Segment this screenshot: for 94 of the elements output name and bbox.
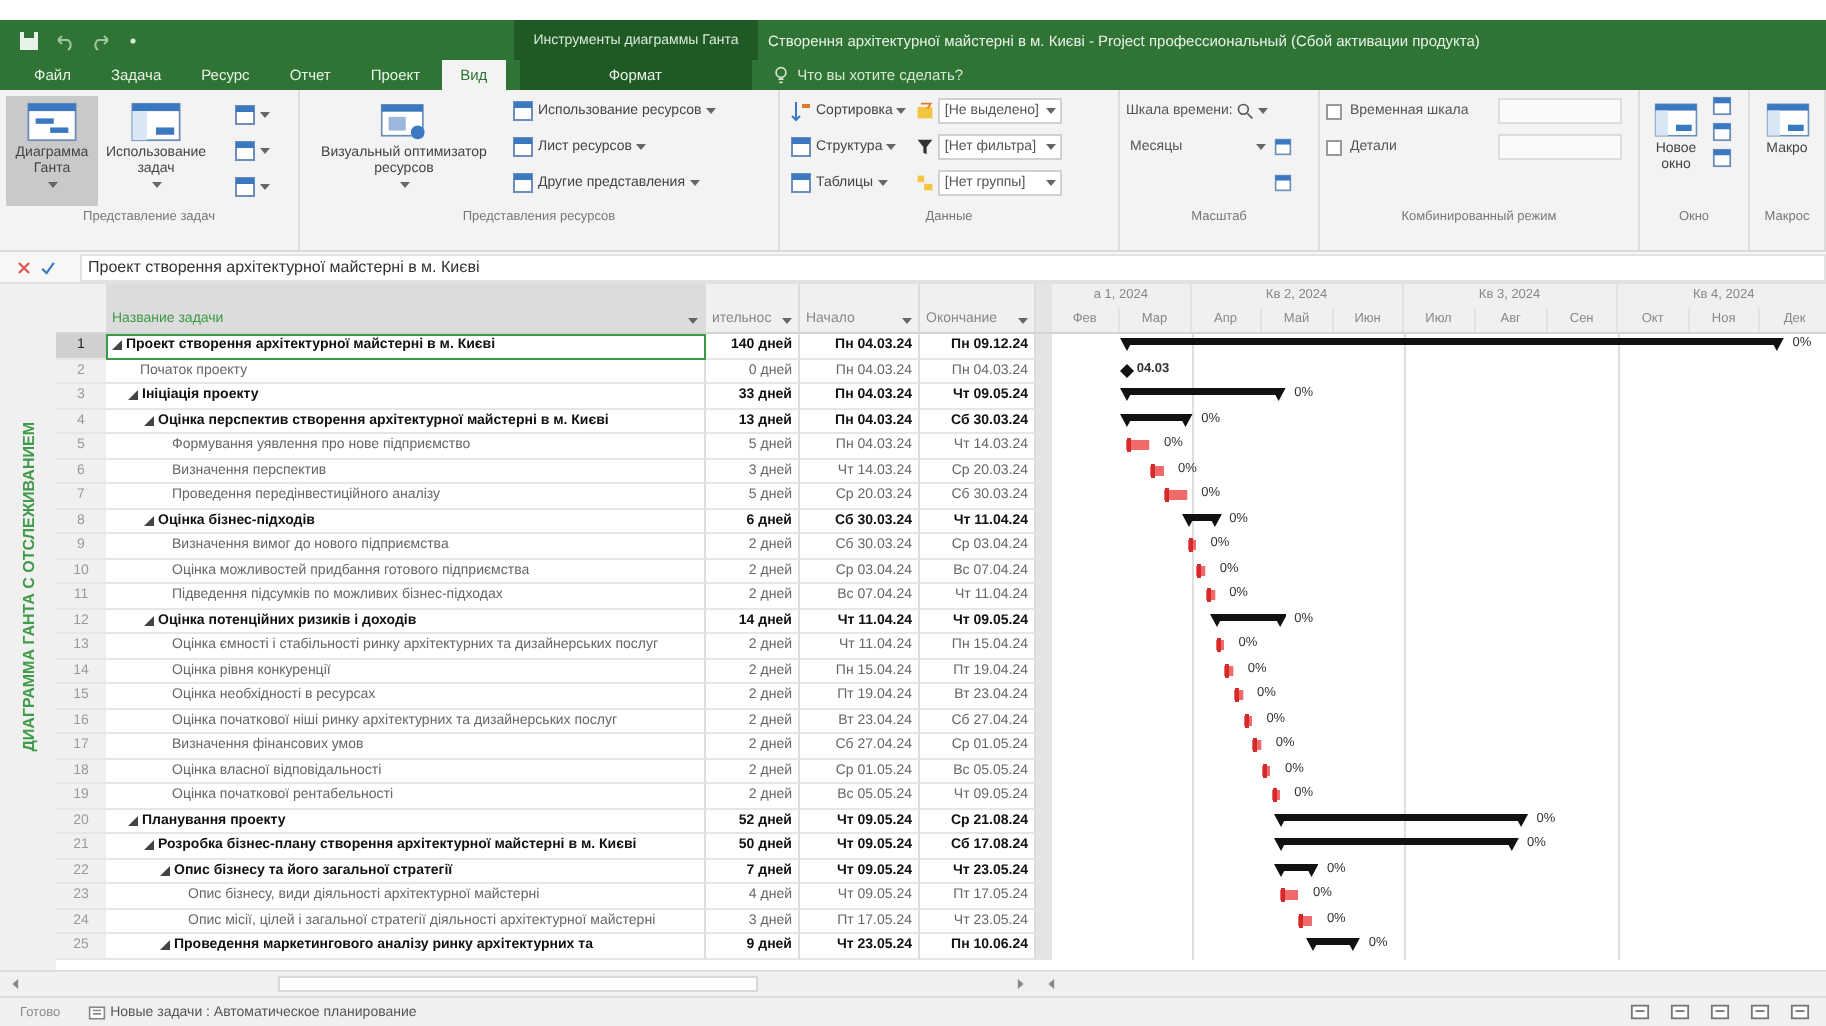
- gantt-chart-icon: [26, 102, 78, 142]
- caret-icon: [689, 179, 699, 187]
- network-view-icon: [1710, 1002, 1730, 1022]
- caret-icon: [1256, 143, 1266, 151]
- summary-bar: [1181, 513, 1222, 527]
- collapse-icon[interactable]: [160, 865, 170, 876]
- undo-icon: [54, 29, 76, 51]
- collapse-icon[interactable]: [128, 815, 138, 826]
- view-dropdown[interactable]: [230, 100, 274, 130]
- caret-icon: [47, 182, 57, 191]
- task-bar: [1163, 488, 1188, 502]
- task-bar: [1261, 763, 1271, 777]
- macros-icon: [1765, 102, 1809, 138]
- zoom-icon: [1236, 102, 1255, 120]
- caret-icon: [705, 107, 716, 115]
- table-icon: [130, 102, 182, 142]
- caret-icon: [151, 182, 161, 191]
- usage-view-icon: [1670, 1002, 1690, 1022]
- summary-bar: [1274, 863, 1319, 877]
- view-dropdown[interactable]: [230, 172, 274, 202]
- task-bar: [1271, 788, 1281, 802]
- cancel-icon: [16, 259, 32, 275]
- sheet-icon: [512, 136, 534, 158]
- task-bar: [1233, 688, 1244, 702]
- caret-icon: [635, 143, 646, 151]
- view-label: ДИАГРАММА ГАНТА С ОТСЛЕЖИВАНИЕМ: [19, 422, 37, 752]
- task-bar: [1149, 463, 1164, 477]
- gantt-view-icon: [1630, 1002, 1650, 1022]
- task-bar: [1196, 563, 1206, 577]
- caret-icon: [1046, 179, 1057, 187]
- milestone-diamond: [1119, 363, 1134, 377]
- redo-icon: [90, 29, 112, 51]
- report-view-icon: [1790, 1002, 1810, 1022]
- lightbulb-icon: [771, 66, 790, 84]
- table-icon: [790, 172, 812, 194]
- caret-icon: [260, 111, 270, 119]
- task-bar: [1298, 913, 1313, 927]
- window-icon: [234, 140, 256, 162]
- sort-icon: [790, 100, 812, 122]
- task-bar: [1187, 538, 1197, 552]
- scroll-thumb[interactable]: [278, 976, 758, 992]
- task-bar: [1224, 663, 1234, 677]
- caret-icon: [399, 182, 409, 191]
- task-bar: [1280, 888, 1299, 902]
- window-icon: [234, 104, 256, 126]
- collapse-icon[interactable]: [144, 515, 154, 526]
- caret-icon: [886, 143, 897, 151]
- caret-icon: [260, 183, 270, 191]
- caret-icon: [1046, 143, 1057, 151]
- caret-icon: [260, 147, 270, 155]
- caret-icon: [896, 107, 907, 115]
- summary-bar: [1209, 613, 1287, 627]
- task-bar: [1215, 638, 1225, 652]
- task-bar: [1243, 713, 1253, 727]
- task-bar: [1205, 588, 1216, 602]
- sheet-icon: [512, 172, 534, 194]
- task-bar: [1252, 738, 1262, 752]
- entry-field[interactable]: Проект створення архітектурної майстерні в м. Києві: [80, 253, 1826, 281]
- highlight-icon: [916, 102, 935, 120]
- caret-icon: [1046, 107, 1057, 115]
- scroll-left-icon: [8, 976, 24, 992]
- check-icon: [40, 259, 56, 275]
- save-icon: [18, 29, 40, 51]
- optimizer-icon: [380, 102, 428, 142]
- view-field[interactable]: [1498, 98, 1622, 124]
- sheet-view-icon: [1750, 1002, 1770, 1022]
- scroll-right-icon: [1012, 976, 1028, 992]
- caret-icon: [1018, 318, 1028, 326]
- collapse-icon[interactable]: [144, 615, 154, 626]
- collapse-icon[interactable]: [112, 340, 122, 351]
- summary-bar: [1120, 413, 1194, 427]
- sheet-icon: [512, 100, 534, 122]
- scroll-left-icon: [1044, 976, 1060, 992]
- caret-icon: [688, 318, 698, 326]
- task-bar: [1126, 438, 1150, 452]
- view-field[interactable]: [1498, 134, 1622, 160]
- collapse-icon[interactable]: [128, 390, 138, 401]
- checkbox[interactable]: [1326, 103, 1342, 119]
- caret-icon: [902, 318, 912, 326]
- summary-bar: [1306, 938, 1361, 952]
- caret-icon: [782, 318, 792, 326]
- group-icon: [916, 174, 935, 192]
- view-dropdown[interactable]: [230, 136, 274, 166]
- collapse-icon[interactable]: [144, 415, 154, 426]
- windows-icon: [1654, 102, 1698, 138]
- window-icon: [234, 176, 256, 198]
- collapse-icon[interactable]: [144, 840, 154, 851]
- caret-icon: [1258, 107, 1269, 115]
- checkbox[interactable]: [1326, 139, 1342, 155]
- funnel-icon: [916, 138, 935, 156]
- customize-icon: [126, 33, 140, 47]
- caret-icon: [877, 179, 888, 187]
- task-icon: [88, 1003, 107, 1021]
- collapse-icon[interactable]: [160, 940, 170, 951]
